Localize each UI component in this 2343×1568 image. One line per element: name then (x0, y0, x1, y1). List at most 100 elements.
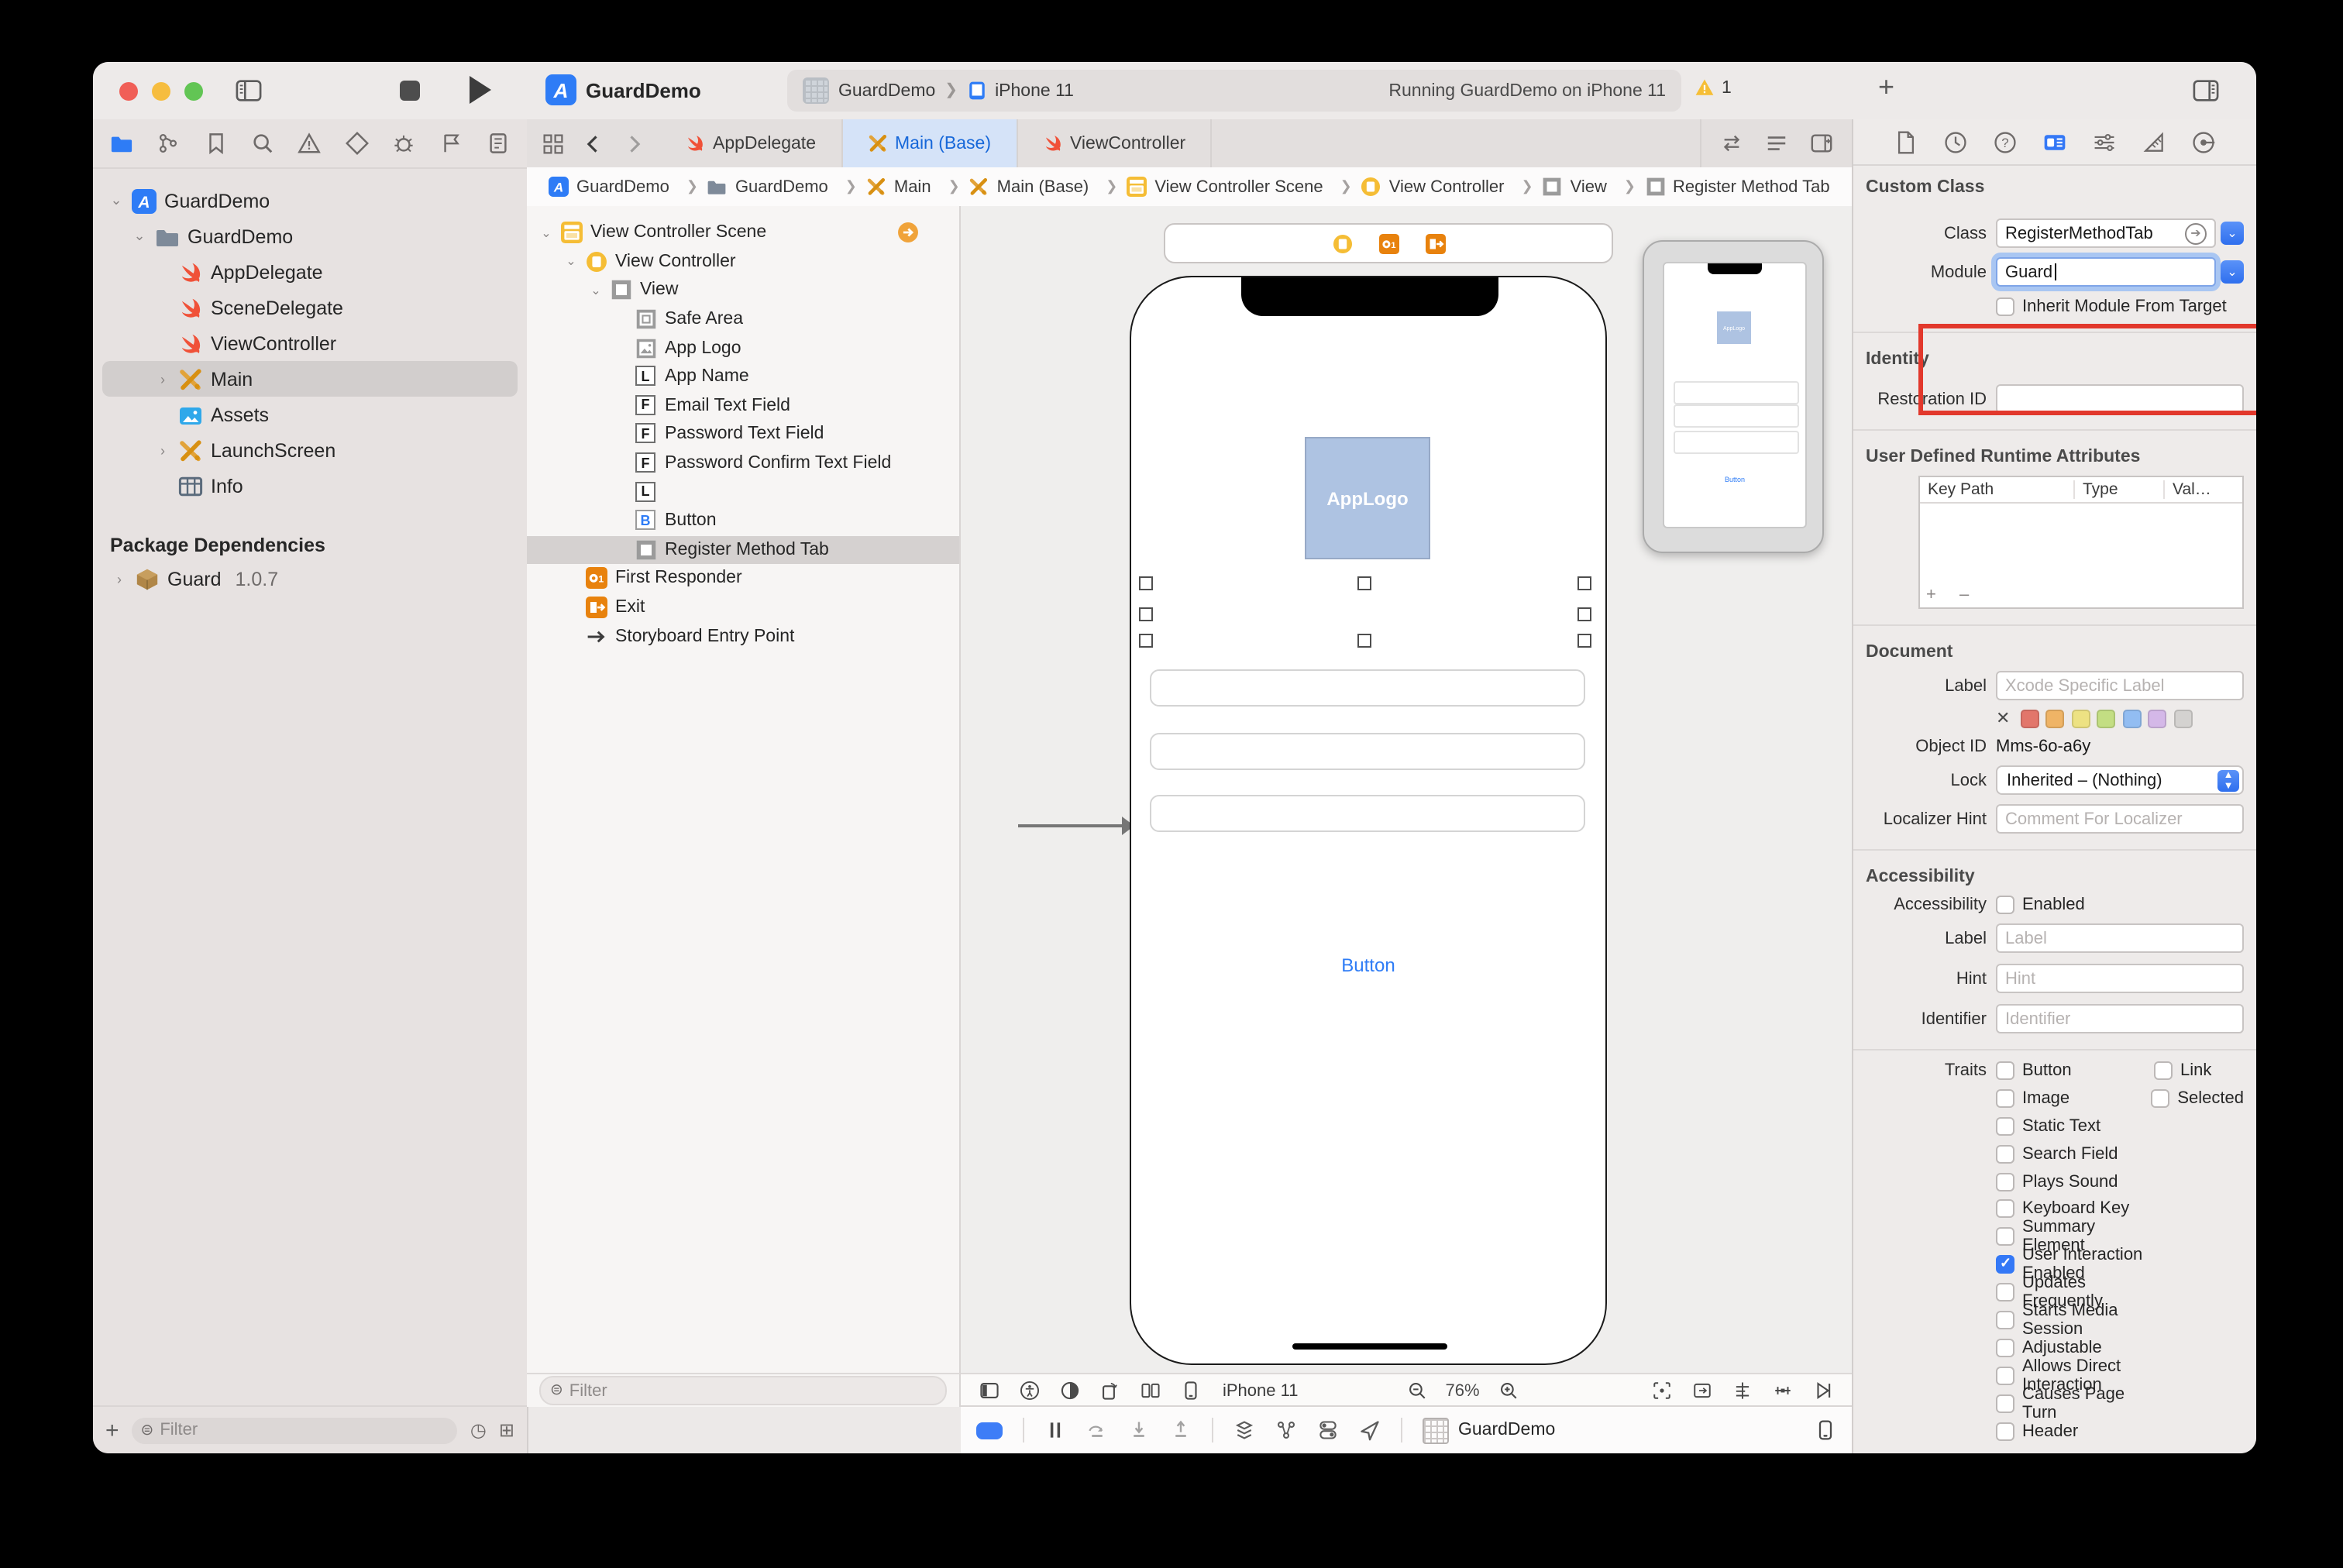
trait-checkbox[interactable] (1996, 1144, 2014, 1163)
inherit-module-checkbox[interactable] (1996, 297, 2014, 316)
debug-icon[interactable] (391, 130, 417, 156)
outline-item[interactable]: F Email Text Field (527, 391, 959, 420)
outline-item[interactable]: L (527, 478, 959, 507)
package-item[interactable]: › Guard 1.0.7 (93, 561, 527, 597)
trait-checkbox[interactable] (1996, 1200, 2014, 1219)
step-over-icon[interactable] (1086, 1419, 1108, 1441)
module-field[interactable]: Guard (1996, 257, 2216, 287)
navigator-toggle-icon[interactable] (232, 74, 263, 105)
find-icon[interactable] (250, 130, 276, 156)
acc-hint-field[interactable]: Hint (1996, 964, 2244, 993)
step-in-icon[interactable] (1128, 1419, 1150, 1441)
breadcrumb[interactable]: View Controller Scene ❯ (1127, 177, 1361, 197)
disclosure-icon[interactable]: › (112, 571, 127, 586)
acc-identifier-field[interactable]: Identifier (1996, 1004, 2244, 1033)
outline-item[interactable]: F Password Text Field (527, 420, 959, 449)
device-label[interactable]: iPhone 11 (1223, 1381, 1298, 1400)
pause-icon[interactable] (1044, 1419, 1066, 1441)
breadcrumb[interactable]: GuardDemo ❯ (707, 177, 866, 197)
acc-label-field[interactable]: Label (1996, 923, 2244, 953)
password-text-field[interactable] (1150, 733, 1585, 770)
overrides-icon[interactable] (1317, 1419, 1339, 1441)
outline-item[interactable]: Storyboard Entry Point (527, 622, 959, 651)
tests-icon[interactable] (344, 130, 370, 156)
device-icon[interactable] (1181, 1381, 1201, 1401)
label-color-swatch[interactable] (2173, 709, 2192, 727)
flag-icon[interactable] (439, 130, 464, 156)
breadcrumb[interactable]: Register Method Tab (1645, 177, 1852, 197)
disclosure-icon[interactable]: ⌄ (108, 192, 124, 209)
disclosure-icon[interactable]: › (155, 442, 170, 458)
contrast-icon[interactable] (1060, 1381, 1080, 1401)
zoom-level[interactable]: 76% (1445, 1381, 1479, 1400)
trait-checkbox[interactable] (1996, 1089, 2014, 1108)
trait-checkbox[interactable] (1996, 1422, 2014, 1440)
bookmarks-icon[interactable] (203, 130, 229, 156)
trait-checkbox[interactable] (1996, 1311, 2014, 1329)
selection-handle[interactable] (1138, 607, 1152, 621)
selection-handle[interactable] (1357, 634, 1371, 648)
outline-item[interactable]: Safe Area (527, 305, 959, 334)
class-field[interactable]: RegisterMethodTab ➔ (1996, 218, 2216, 248)
new-tab-button[interactable]: + (1878, 71, 1894, 104)
source-control-icon[interactable] (156, 130, 181, 156)
split-icon[interactable] (1141, 1381, 1161, 1401)
filter-scope-icon[interactable]: ⊞ (499, 1419, 514, 1441)
selection-handle[interactable] (1138, 634, 1152, 648)
breadcrumb[interactable]: Main (Base) ❯ (969, 177, 1127, 197)
lock-popup[interactable]: Inherited – (Nothing) ▲▼ (1996, 765, 2244, 795)
recent-files-icon[interactable]: ◷ (470, 1419, 487, 1441)
run-button[interactable] (470, 76, 491, 104)
location-icon[interactable] (1359, 1419, 1381, 1441)
disclosure-icon[interactable]: ⌄ (589, 284, 603, 297)
trait-checkbox[interactable] (2151, 1089, 2169, 1108)
email-text-field[interactable] (1150, 669, 1585, 707)
constraints-icon[interactable] (1773, 1381, 1793, 1401)
button-control[interactable]: Button (1131, 954, 1605, 976)
selection-handle[interactable] (1577, 576, 1591, 590)
outline-filter-field[interactable]: ⊜ Filter (539, 1376, 947, 1405)
view-controller-icon[interactable] (1332, 233, 1352, 253)
warning-badge[interactable]: 1 (1694, 77, 1732, 98)
navigator-item[interactable]: ViewController (93, 325, 527, 361)
minimize-window-button[interactable] (152, 82, 170, 101)
scheme-app-name[interactable]: GuardDemo (838, 81, 935, 100)
disclosure-icon[interactable]: ⌄ (564, 255, 578, 269)
outline-item[interactable]: ⌄ View Controller Scene (527, 218, 959, 247)
outline-item[interactable]: Register Method Tab (527, 535, 959, 564)
trait-checkbox[interactable] (1996, 1283, 2014, 1302)
navigator-item[interactable]: Info (93, 468, 527, 504)
scheme-selector[interactable]: GuardDemo ❯ iPhone 11 Running GuardDemo … (787, 70, 1681, 112)
inspector-toggle-icon[interactable] (2190, 74, 2221, 105)
reports-icon[interactable] (486, 130, 511, 156)
stop-button[interactable] (400, 81, 420, 101)
trait-checkbox[interactable] (1996, 1255, 2014, 1274)
navigator-item[interactable]: › LaunchScreen (93, 432, 527, 468)
applogo-image-view[interactable]: AppLogo (1305, 437, 1430, 559)
module-dropdown-button[interactable]: ⌄ (2221, 260, 2244, 284)
editor-tab[interactable]: Main (Base) (842, 119, 1017, 167)
outline-item[interactable]: ⌄ View Controller (527, 247, 959, 276)
disclosure-icon[interactable]: › (155, 371, 170, 387)
navigator-item[interactable]: SceneDelegate (93, 290, 527, 325)
interface-builder-canvas[interactable]: 1 AppLogo Button (961, 206, 1852, 1373)
navigator-item[interactable]: ⌄ GuardDemo (93, 218, 527, 254)
attributes-icon[interactable] (2090, 127, 2119, 156)
resolve-icon[interactable] (1813, 1381, 1833, 1401)
outline-item[interactable]: F Password Confirm Text Field (527, 449, 959, 478)
jump-to-class-icon[interactable]: ➔ (2185, 222, 2207, 244)
view-controller-device[interactable]: AppLogo Button (1130, 276, 1607, 1365)
debug-process[interactable]: GuardDemo (1423, 1417, 1555, 1443)
zoom-in-icon[interactable] (1498, 1381, 1519, 1401)
outline-item[interactable]: Exit (527, 593, 959, 621)
trait-checkbox[interactable] (1996, 1367, 2014, 1385)
udra-add-remove[interactable]: + – (1926, 586, 1978, 604)
navigator-filter-field[interactable]: ⊜ Filter (132, 1417, 458, 1443)
navigator-item[interactable]: Assets (93, 397, 527, 432)
first-responder-icon[interactable]: 1 (1378, 233, 1399, 253)
file-icon[interactable] (1891, 127, 1921, 156)
class-dropdown-button[interactable]: ⌄ (2221, 222, 2244, 245)
trait-checkbox[interactable] (2154, 1061, 2173, 1080)
trait-checkbox[interactable] (1996, 1116, 2014, 1135)
trait-checkbox[interactable] (1996, 1339, 2014, 1357)
